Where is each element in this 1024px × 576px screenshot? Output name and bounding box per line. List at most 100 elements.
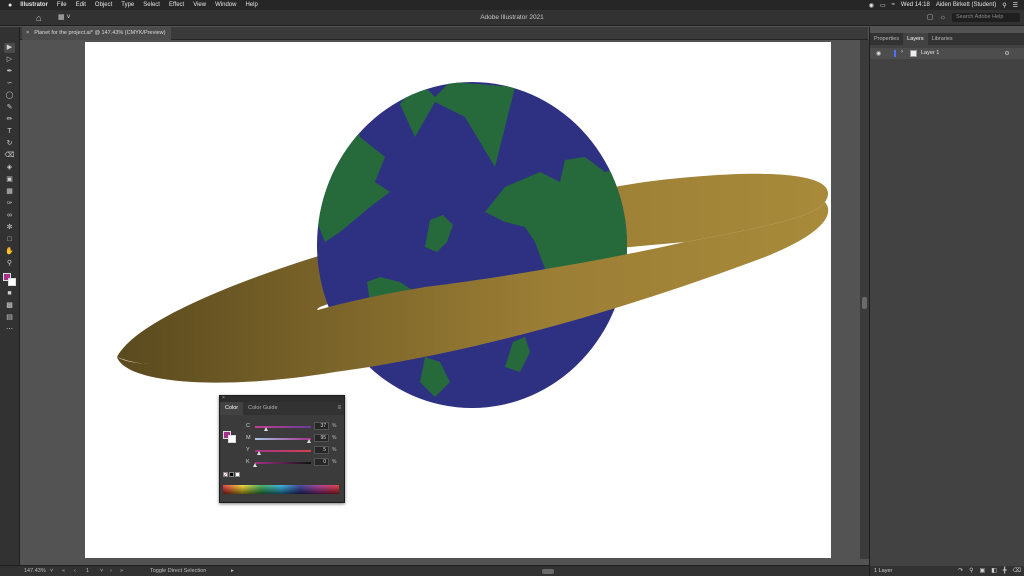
tab-color[interactable]: Color [220,402,244,415]
edit-toolbar-icon[interactable]: ⋯ [4,325,15,335]
menu-type[interactable]: Type [121,2,134,8]
menu-window[interactable]: Window [215,2,236,8]
visibility-eye-icon[interactable]: ◉ [876,50,881,57]
new-layer-icon[interactable]: ╋ [1003,567,1007,574]
apple-menu-icon[interactable]: ● [8,2,12,9]
cyan-value-field[interactable]: 37 [314,422,329,430]
status-menu-icon[interactable]: ▸ [231,568,234,574]
planet-artwork[interactable] [85,42,831,558]
color-panel[interactable]: × Color Color Guide ≡ C 37 % M 95 % Y 5 [219,395,345,503]
panel-menu-icon[interactable]: ≡ [337,402,341,415]
tab-properties[interactable]: Properties [870,33,903,45]
curvature-tool-icon[interactable]: ∽ [4,79,15,89]
paintbrush-tool-icon[interactable]: ✎ [4,103,15,113]
artboard-tool-icon[interactable]: □ [4,235,15,245]
yellow-slider-handle[interactable] [257,451,261,455]
spotlight-icon[interactable]: ⚲ [1002,2,1006,9]
menu-help[interactable]: Help [245,2,257,8]
horizontal-scroll-thumb[interactable] [542,569,554,574]
layer-row[interactable]: ◉ › Layer 1 [870,48,1024,59]
magenta-value-field[interactable]: 95 [314,434,329,442]
magenta-slider-handle[interactable] [307,439,311,443]
eyedropper-tool-icon[interactable]: ✑ [4,199,15,209]
tab-color-guide[interactable]: Color Guide [243,402,282,415]
magenta-track[interactable] [255,438,311,440]
zoom-level-field[interactable]: 147.43% [24,568,46,574]
selection-tool-icon[interactable]: ▶ [4,43,15,53]
layer-target-icon[interactable] [1005,51,1009,55]
menu-file[interactable]: File [57,2,67,8]
vertical-scroll-thumb[interactable] [862,297,867,309]
document-tab[interactable]: × Planet for the project.ai* @ 147.43% (… [22,27,172,40]
stroke-swatch[interactable] [8,278,16,286]
drawing-modes-icon[interactable]: ▩ [4,301,15,311]
first-artboard-icon[interactable]: « [62,568,65,574]
white-swatch[interactable] [235,472,240,477]
wifi-icon[interactable]: ≈ [892,2,895,8]
canvas-area[interactable] [20,40,860,559]
next-artboard-icon[interactable]: › [110,568,112,574]
color-spectrum-bar[interactable] [223,485,339,494]
user-name[interactable]: Aiden Birkett (Student) [936,2,996,8]
rotate-tool-icon[interactable]: ↻ [4,139,15,149]
close-icon[interactable]: × [222,395,225,401]
cyan-slider-handle[interactable] [264,427,268,431]
new-sublayer-icon[interactable]: ◧ [991,567,997,574]
screen-mode-icon[interactable]: ▤ [4,313,15,323]
close-tab-icon[interactable]: × [26,27,29,40]
black-swatch[interactable] [229,472,234,477]
zoom-dropdown-icon[interactable]: ˅ [50,568,53,574]
yellow-slider-row: Y 5 % [246,446,342,455]
zoom-tool-icon[interactable]: ⚲ [4,259,15,269]
menu-view[interactable]: View [193,2,206,8]
artboard[interactable] [85,42,831,558]
pencil-tool-icon[interactable]: ✏ [4,115,15,125]
tool-hint-text: Toggle Direct Selection [150,568,207,574]
tab-libraries[interactable]: Libraries [928,33,957,45]
artboard-number-field[interactable]: 1 [86,568,89,574]
locate-object-icon[interactable]: ⚲ [969,567,973,574]
clipping-mask-icon[interactable]: ▣ [980,567,986,574]
control-center-icon[interactable]: ☰ [1013,2,1018,9]
type-tool-icon[interactable]: T [4,127,15,137]
menu-object[interactable]: Object [95,2,112,8]
direct-selection-tool-icon[interactable]: ▷ [4,55,15,65]
artboard-dropdown-icon[interactable]: ˅ [100,568,103,574]
right-panel-dock: Properties Layers Libraries ◉ › Layer 1 … [869,27,1024,576]
color-panel-stroke-swatch[interactable] [228,435,236,443]
delete-layer-icon[interactable]: ⌫ [1013,567,1021,574]
battery-icon[interactable]: ▭ [880,2,886,9]
layer-name[interactable]: Layer 1 [921,50,939,56]
menu-app-illustrator[interactable]: Illustrator [20,2,48,8]
export-icon[interactable]: ↷ [958,567,963,574]
arrange-documents-icon[interactable]: ▢ [926,14,934,22]
menu-effect[interactable]: Effect [169,2,184,8]
hand-tool-icon[interactable]: ✋ [4,247,15,257]
eraser-tool-icon[interactable]: ⌫ [4,151,15,161]
menu-edit[interactable]: Edit [76,2,86,8]
black-track[interactable] [255,462,311,464]
clock-text[interactable]: Wed 14:18 [901,2,930,8]
ellipse-tool-icon[interactable]: ◯ [4,91,15,101]
black-slider-handle[interactable] [253,463,257,467]
pen-tool-icon[interactable]: ✒ [4,67,15,77]
mesh-tool-icon[interactable]: ▦ [4,187,15,197]
lightbulb-icon[interactable]: ☼ [939,14,947,22]
yellow-track[interactable] [255,450,311,452]
last-artboard-icon[interactable]: » [120,568,123,574]
search-help-input[interactable]: Search Adobe Help [952,13,1020,22]
yellow-value-field[interactable]: 5 [314,446,329,454]
prev-artboard-icon[interactable]: ‹ [74,568,76,574]
tab-layers[interactable]: Layers [903,33,928,45]
expand-chevron-icon[interactable]: › [901,49,903,55]
black-value-field[interactable]: 0 [314,458,329,466]
vertical-scrollbar[interactable] [860,40,869,559]
gradient-tool-icon[interactable]: ▣ [4,175,15,185]
color-mode-icon[interactable]: ■ [4,289,15,299]
creative-cloud-icon[interactable]: ◉ [869,2,874,9]
blend-tool-icon[interactable]: ∞ [4,211,15,221]
none-swatch[interactable] [223,472,228,477]
shape-builder-tool-icon[interactable]: ◈ [4,163,15,173]
symbol-sprayer-tool-icon[interactable]: ✼ [4,223,15,233]
menu-select[interactable]: Select [143,2,160,8]
